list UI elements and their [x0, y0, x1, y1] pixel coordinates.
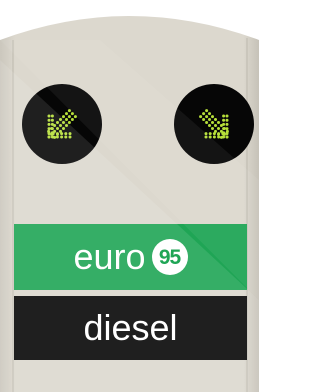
octane-badge: 95: [151, 239, 188, 275]
diesel-label: diesel: [14, 296, 247, 360]
fuel-sign-scene: euro 95 diesel: [0, 0, 259, 392]
euro95-label: euro 95: [14, 224, 247, 290]
diesel-text: diesel: [83, 307, 178, 348]
euro-text: euro: [73, 236, 146, 277]
